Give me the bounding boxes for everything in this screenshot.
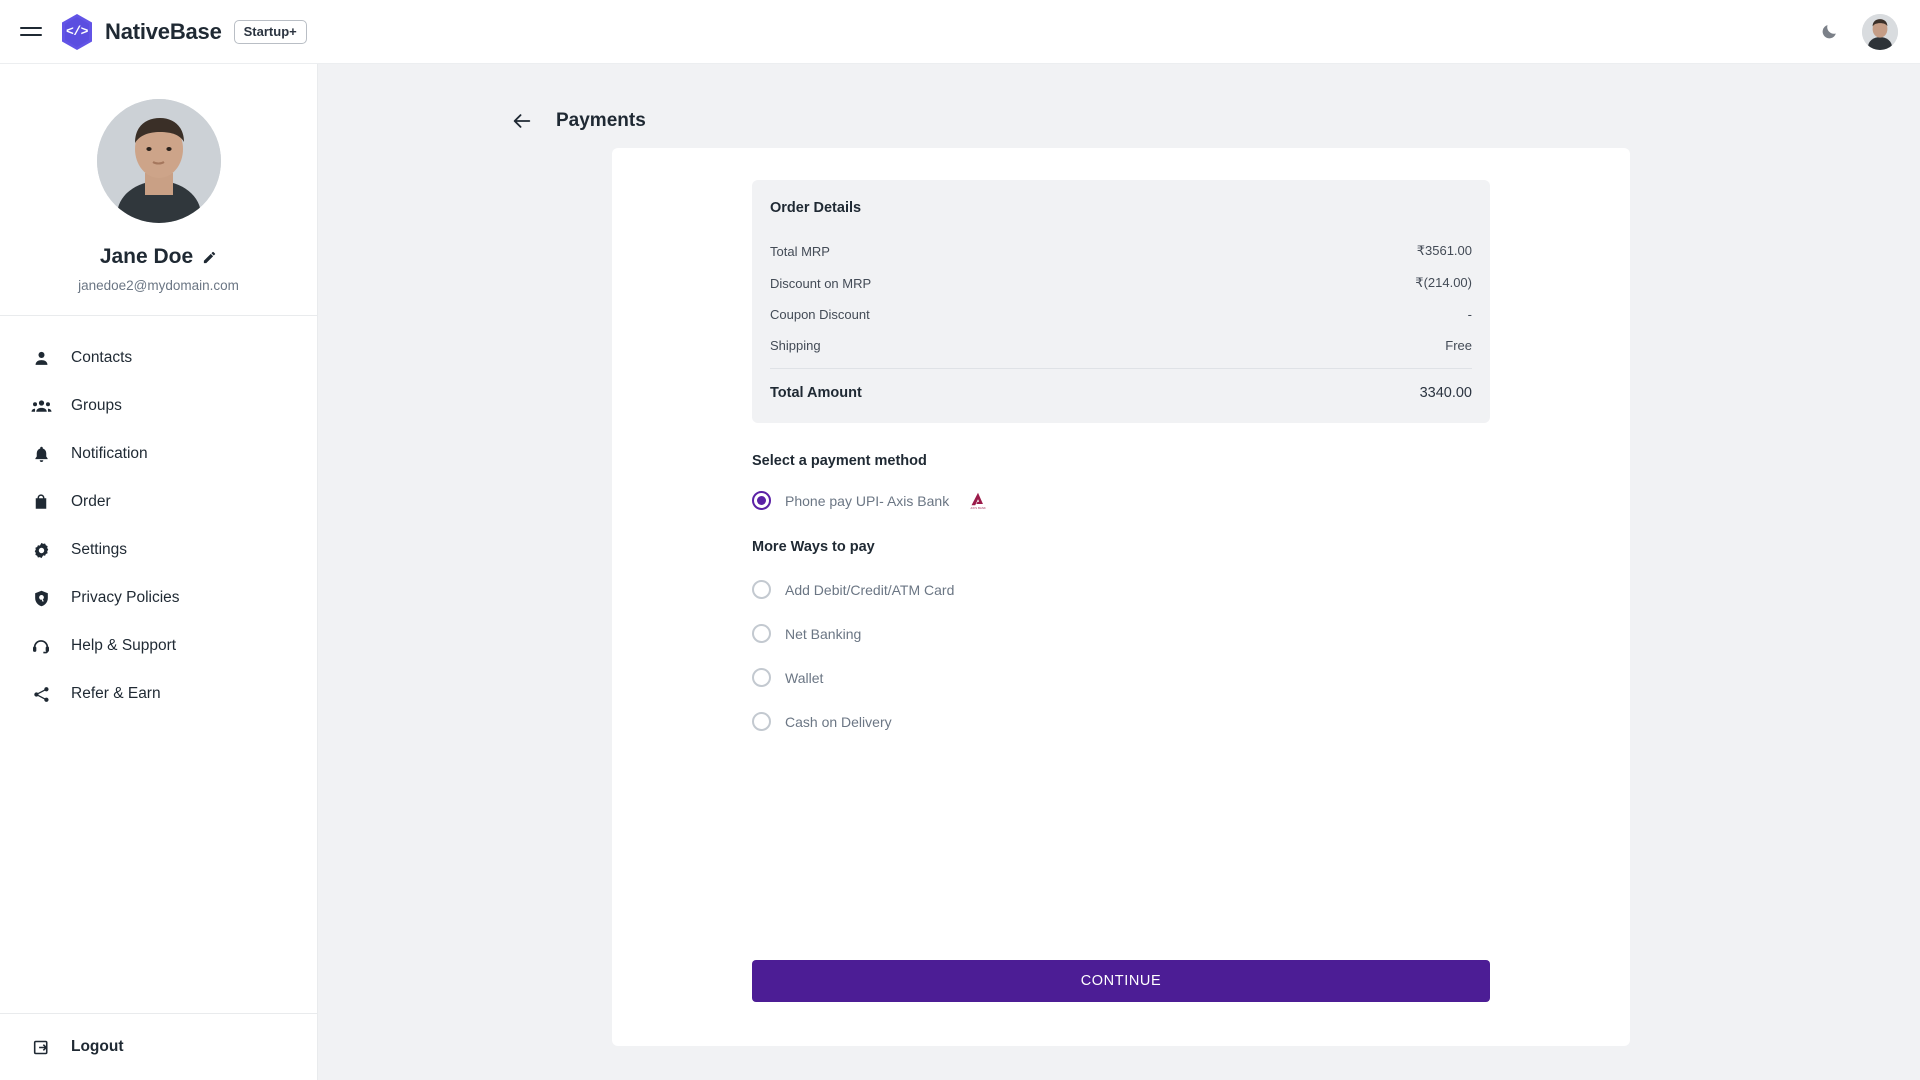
sidebar-bottom: Logout xyxy=(0,1013,317,1080)
logout-button[interactable]: Logout xyxy=(0,1014,317,1080)
sidebar-item-label: Notification xyxy=(71,445,148,462)
order-row: Coupon Discount - xyxy=(770,299,1472,330)
sidebar-profile: Jane Doe janedoe2@mydomain.com xyxy=(0,64,317,315)
axis-bank-logo-text: AXIS BANK xyxy=(970,506,986,510)
more-ways-to-pay-title: More Ways to pay xyxy=(752,539,875,555)
headset-icon xyxy=(30,635,52,657)
avatar[interactable] xyxy=(1862,13,1898,50)
gear-icon xyxy=(30,539,52,561)
sidebar-item-notification[interactable]: Notification xyxy=(0,430,317,478)
profile-avatar[interactable] xyxy=(96,99,221,223)
sidebar-item-groups[interactable]: Groups xyxy=(0,382,317,430)
order-total-label: Total Amount xyxy=(770,385,862,401)
sidebar-item-contacts[interactable]: Contacts xyxy=(0,334,317,382)
pencil-icon[interactable] xyxy=(202,250,217,265)
radio-wallet[interactable] xyxy=(752,668,771,687)
logout-label: Logout xyxy=(71,1038,124,1055)
shopping-bag-icon xyxy=(30,491,52,513)
moon-icon[interactable] xyxy=(1816,19,1842,45)
hamburger-line xyxy=(20,27,42,29)
select-payment-method-title: Select a payment method xyxy=(752,453,927,469)
sidebar-item-label: Settings xyxy=(71,541,128,558)
sidebar-item-label: Contacts xyxy=(71,349,133,366)
shield-icon xyxy=(30,587,52,609)
sidebar-item-order[interactable]: Order xyxy=(0,478,317,526)
sidebar-item-label: Help & Support xyxy=(71,637,177,654)
logout-icon xyxy=(30,1036,52,1058)
sidebar-item-label: Privacy Policies xyxy=(71,589,180,606)
payment-option-label: Add Debit/Credit/ATM Card xyxy=(785,581,955,598)
payment-option-label: Wallet xyxy=(785,669,824,686)
radio-net-banking[interactable] xyxy=(752,624,771,643)
continue-button[interactable]: CONTINUE xyxy=(752,960,1490,1002)
profile-email: janedoe2@mydomain.com xyxy=(78,278,239,293)
order-total-value: 3340.00 xyxy=(1419,385,1472,401)
order-row: Discount on MRP ₹(214.00) xyxy=(770,267,1472,299)
order-row-label: Shipping xyxy=(770,338,821,353)
order-row: Shipping Free xyxy=(770,330,1472,361)
app-root: </> NativeBase Startup+ Jane Doe janedoe… xyxy=(0,0,1920,1080)
arrow-left-icon[interactable] xyxy=(509,108,535,134)
logo-glyph: </> xyxy=(66,24,88,39)
payments-card-body: Order Details Total MRP ₹3561.00 Discoun… xyxy=(612,148,1630,731)
order-row-value: - xyxy=(1467,307,1472,322)
radio-upi[interactable] xyxy=(752,491,771,510)
plan-badge: Startup+ xyxy=(233,19,307,44)
sidebar-item-help-support[interactable]: Help & Support xyxy=(0,622,317,670)
main-content: Payments Order Details Total MRP ₹3561.0… xyxy=(318,64,1920,1080)
nativebase-hexagon-logo[interactable]: </> xyxy=(60,13,94,51)
payment-method-upi[interactable]: Phone pay UPI- Axis Bank AXIS BANK xyxy=(752,491,1490,510)
sidebar-item-label: Groups xyxy=(71,397,122,414)
sidebar-item-label: Refer & Earn xyxy=(71,685,161,702)
order-row-value: Free xyxy=(1445,338,1472,353)
radio-cash-on-delivery[interactable] xyxy=(752,712,771,731)
order-details-title: Order Details xyxy=(770,200,862,216)
order-row-label: Coupon Discount xyxy=(770,307,870,322)
page-title: Payments xyxy=(556,110,646,131)
payments-card: Order Details Total MRP ₹3561.00 Discoun… xyxy=(612,148,1630,1046)
payment-option-cash-on-delivery[interactable]: Cash on Delivery xyxy=(752,712,1490,731)
top-bar: </> NativeBase Startup+ xyxy=(0,0,1920,64)
hamburger-line xyxy=(20,34,42,36)
order-details-panel: Order Details Total MRP ₹3561.00 Discoun… xyxy=(752,180,1490,423)
payment-option-label: Cash on Delivery xyxy=(785,713,892,730)
profile-name-row: Jane Doe xyxy=(100,245,217,269)
payment-method-label: Phone pay UPI- Axis Bank xyxy=(785,492,950,509)
sidebar-item-refer-earn[interactable]: Refer & Earn xyxy=(0,670,317,718)
share-icon xyxy=(30,683,52,705)
profile-name: Jane Doe xyxy=(99,245,194,268)
brand-name: NativeBase xyxy=(105,18,222,44)
bell-icon xyxy=(30,443,52,465)
order-total-row: Total Amount 3340.00 xyxy=(770,368,1472,405)
order-row-label: Total MRP xyxy=(770,243,830,259)
order-row-value: ₹3561.00 xyxy=(1416,243,1472,258)
sidebar-nav: Contacts Groups Notification Order Setti… xyxy=(0,316,317,1013)
sidebar-item-privacy-policies[interactable]: Privacy Policies xyxy=(0,574,317,622)
order-row: Total MRP ₹3561.00 xyxy=(770,235,1472,267)
sidebar-item-settings[interactable]: Settings xyxy=(0,526,317,574)
order-row-value: ₹(214.00) xyxy=(1415,275,1472,290)
payment-option-net-banking[interactable]: Net Banking xyxy=(752,624,1490,643)
people-icon xyxy=(30,395,52,417)
axis-bank-logo: AXIS BANK xyxy=(969,492,987,510)
order-row-label: Discount on MRP xyxy=(770,275,872,291)
sidebar-item-label: Order xyxy=(71,493,111,510)
top-bar-actions xyxy=(1816,13,1898,50)
radio-card[interactable] xyxy=(752,580,771,599)
page-header: Payments xyxy=(318,64,1920,134)
person-icon xyxy=(30,347,52,369)
payment-option-wallet[interactable]: Wallet xyxy=(752,668,1490,687)
payment-option-card[interactable]: Add Debit/Credit/ATM Card xyxy=(752,580,1490,599)
hamburger-menu-icon[interactable] xyxy=(20,19,46,45)
sidebar: Jane Doe janedoe2@mydomain.com Contacts … xyxy=(0,64,318,1080)
payment-option-label: Net Banking xyxy=(785,625,862,642)
